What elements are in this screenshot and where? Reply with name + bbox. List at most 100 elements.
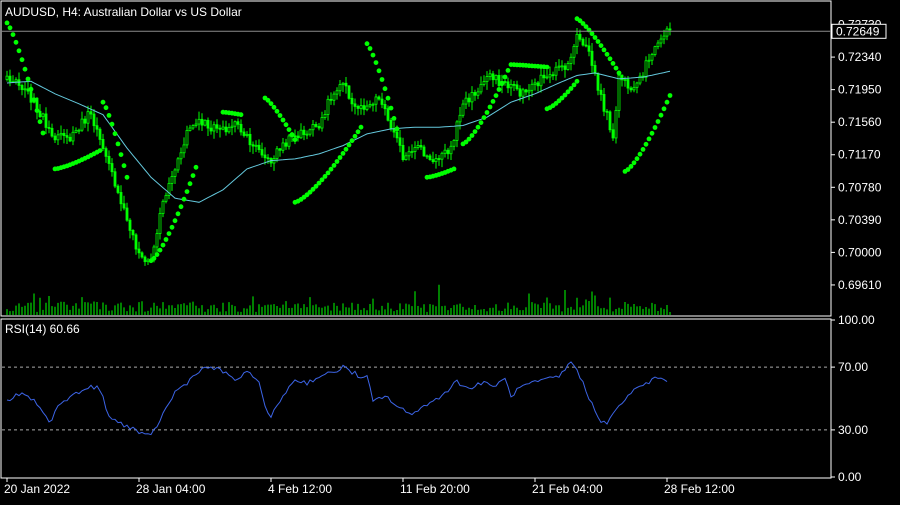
candle-body <box>62 132 66 136</box>
sar-dot <box>181 196 187 202</box>
sar-dot <box>268 101 274 106</box>
candle-body <box>404 155 408 161</box>
sar-dot <box>274 108 280 114</box>
candle-body <box>557 65 561 68</box>
candle-body <box>584 44 588 47</box>
candle-body <box>260 149 264 156</box>
sar-dot <box>382 86 388 92</box>
candle-body <box>647 59 651 62</box>
candle-body <box>191 125 195 129</box>
candle-body <box>563 65 567 70</box>
sar-dot <box>640 147 646 152</box>
candle-body <box>602 94 606 112</box>
sar-dot <box>595 39 601 44</box>
candle-body <box>56 134 60 141</box>
sar-dot <box>118 152 124 158</box>
candle-body <box>422 146 426 157</box>
candle-body <box>359 105 363 109</box>
candle-body <box>371 103 375 106</box>
sar-dot <box>658 112 664 118</box>
sar-dot <box>190 173 196 179</box>
candle-body <box>38 110 42 118</box>
candle-body <box>140 252 144 258</box>
sar-dot <box>160 242 166 248</box>
sar-dot <box>25 76 31 82</box>
candle-body <box>488 73 492 77</box>
price-tick-label: 0.71560 <box>838 115 882 129</box>
sar-dot <box>601 47 607 53</box>
candle-body <box>626 79 630 89</box>
candle-body <box>320 117 324 129</box>
candle-body <box>158 213 162 234</box>
candle-body <box>458 114 462 123</box>
candle-body <box>323 114 327 118</box>
candle-body <box>332 93 336 101</box>
candle-body <box>308 129 312 135</box>
sar-dot <box>613 65 619 71</box>
candle-body <box>494 75 498 81</box>
candle-body <box>548 74 552 78</box>
candle-body <box>164 195 168 202</box>
sar-dot <box>481 115 487 120</box>
candle-body <box>8 75 12 83</box>
candle-body <box>464 97 468 105</box>
candle-body <box>110 163 114 173</box>
sar-dot <box>112 131 118 137</box>
sar-dot <box>379 77 385 82</box>
sar-dot <box>103 105 109 111</box>
time-tick-label: 28 Feb 12:00 <box>664 482 735 496</box>
candle-body <box>347 85 351 99</box>
candle-body <box>188 127 192 131</box>
candle-body <box>317 126 321 129</box>
candle-body <box>440 152 444 160</box>
candle-body <box>560 65 564 68</box>
rsi-tick-label: 30.00 <box>838 423 868 437</box>
sar-dot <box>484 110 490 115</box>
price-axis[interactable]: 0.727300.723400.719500.715600.711700.707… <box>831 18 887 292</box>
candle-body <box>497 75 501 86</box>
sar-dot <box>589 31 595 37</box>
candle-body <box>122 203 126 209</box>
price-tick-label: 0.71170 <box>838 148 881 162</box>
candle-body <box>446 149 450 155</box>
candle-body <box>125 207 129 221</box>
candle-body <box>476 91 480 96</box>
candle-body <box>65 135 69 138</box>
candle-body <box>509 83 513 89</box>
time-tick-label: 4 Feb 12:00 <box>268 482 332 496</box>
sar-dot <box>187 181 193 187</box>
candle-body <box>98 128 102 140</box>
sar-dot <box>646 136 652 142</box>
candle-body <box>623 79 627 81</box>
candle-body <box>398 137 402 146</box>
candle-body <box>305 133 309 136</box>
candle-body <box>353 103 357 107</box>
candle-body <box>617 74 621 111</box>
candle-body <box>248 133 252 146</box>
sar-dot <box>373 60 379 65</box>
sar-dot <box>280 117 286 123</box>
candle-body <box>596 73 600 91</box>
candle-body <box>575 33 579 47</box>
candle-body <box>71 131 75 142</box>
candle-body <box>632 86 636 91</box>
candle-body <box>482 81 486 85</box>
candle-body <box>608 111 612 131</box>
candle-body <box>593 65 597 74</box>
candle-body <box>656 42 660 48</box>
sar-dot <box>193 164 199 170</box>
candle-body <box>419 145 423 148</box>
sar-dot <box>19 57 25 63</box>
candle-body <box>155 233 159 248</box>
sar-dot <box>328 166 334 172</box>
candle-body <box>545 76 549 79</box>
sar-dot <box>661 106 667 112</box>
candle-body <box>329 98 333 101</box>
sar-dot <box>283 122 289 128</box>
candle-body <box>377 96 381 100</box>
candle-body <box>362 105 366 110</box>
sar-dot <box>337 155 343 160</box>
sar-dot <box>358 124 364 130</box>
candle-body <box>653 46 657 55</box>
candle-body <box>80 118 84 131</box>
